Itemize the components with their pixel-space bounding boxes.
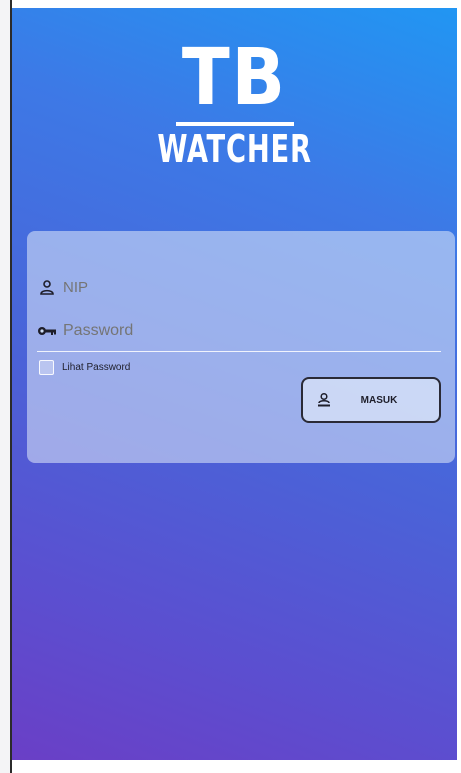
login-button[interactable]: MASUK xyxy=(301,377,441,423)
login-card: Lihat Password MASUK xyxy=(27,231,455,463)
show-password-row[interactable]: Lihat Password xyxy=(39,357,130,377)
password-input[interactable] xyxy=(63,322,423,340)
nip-input[interactable] xyxy=(63,278,423,296)
device-frame: TB WATCHER NIP Lihat Password MASUK xyxy=(0,0,461,773)
key-icon xyxy=(37,321,57,341)
device-bezel xyxy=(0,0,12,773)
app-screen: TB WATCHER NIP Lihat Password MASUK xyxy=(12,8,457,760)
show-password-checkbox[interactable] xyxy=(39,359,54,375)
person-icon xyxy=(37,277,57,297)
show-password-label: Lihat Password xyxy=(62,361,131,373)
login-button-label: MASUK xyxy=(360,394,398,406)
person-stamp-icon xyxy=(315,391,333,409)
app-logo: TB WATCHER xyxy=(12,38,457,172)
nip-field[interactable] xyxy=(37,267,441,307)
logo-title-bottom: WATCHER xyxy=(157,127,312,171)
logo-title-top: TB xyxy=(181,33,287,123)
password-field[interactable] xyxy=(37,311,441,352)
